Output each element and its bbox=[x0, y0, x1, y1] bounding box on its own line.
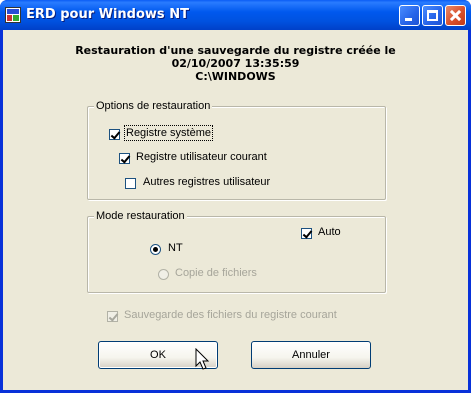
erd-app-icon[interactable] bbox=[5, 7, 21, 23]
maximize-button[interactable] bbox=[422, 5, 443, 26]
header-description: Restauration d'une sauvegarde du registr… bbox=[75, 44, 396, 57]
mode-group-legend: Mode restauration bbox=[94, 210, 187, 222]
autres-registres-label[interactable]: Autres registres utilisateur bbox=[143, 176, 270, 188]
close-button[interactable] bbox=[445, 5, 466, 26]
minimize-button[interactable] bbox=[399, 5, 420, 26]
maximize-icon bbox=[427, 10, 438, 21]
close-icon bbox=[446, 6, 465, 25]
copie-fichiers-label: Copie de fichiers bbox=[175, 267, 257, 279]
header-date: 02/10/2007 13:35:59 bbox=[171, 57, 300, 70]
auto-label[interactable]: Auto bbox=[318, 226, 341, 238]
nt-label[interactable]: NT bbox=[168, 242, 183, 254]
sauvegarde-checkbox[interactable] bbox=[107, 311, 118, 322]
auto-checkbox[interactable] bbox=[301, 228, 312, 239]
options-group-legend: Options de restauration bbox=[94, 100, 213, 112]
cancel-button[interactable]: Annuler bbox=[251, 341, 371, 369]
nt-radio[interactable] bbox=[150, 244, 161, 255]
header-path: C:\WINDOWS bbox=[195, 70, 276, 83]
registre-systeme-checkbox[interactable] bbox=[109, 129, 120, 140]
registre-utilisateur-label[interactable]: Registre utilisateur courant bbox=[136, 151, 267, 163]
dialog-client-area: Restauration d'une sauvegarde du registr… bbox=[3, 30, 468, 390]
cancel-button-label: Annuler bbox=[292, 349, 330, 361]
copie-fichiers-radio[interactable] bbox=[158, 269, 169, 280]
mouse-cursor-icon bbox=[195, 348, 210, 370]
registre-utilisateur-checkbox[interactable] bbox=[119, 153, 130, 164]
autres-registres-checkbox[interactable] bbox=[125, 178, 136, 189]
sauvegarde-label: Sauvegarde des fichiers du registre cour… bbox=[124, 309, 337, 321]
window-title: ERD pour Windows NT bbox=[26, 7, 189, 22]
dialog-window: ERD pour Windows NT Restauration d'une s… bbox=[0, 0, 471, 393]
ok-button-label: OK bbox=[150, 349, 166, 361]
title-bar[interactable]: ERD pour Windows NT bbox=[0, 0, 471, 30]
minimize-icon bbox=[405, 18, 412, 21]
options-group: Options de restauration Registre système… bbox=[87, 100, 386, 200]
registre-systeme-label[interactable]: Registre système bbox=[124, 125, 213, 141]
mode-group: Mode restauration Auto NT Copie de fichi… bbox=[87, 210, 386, 293]
